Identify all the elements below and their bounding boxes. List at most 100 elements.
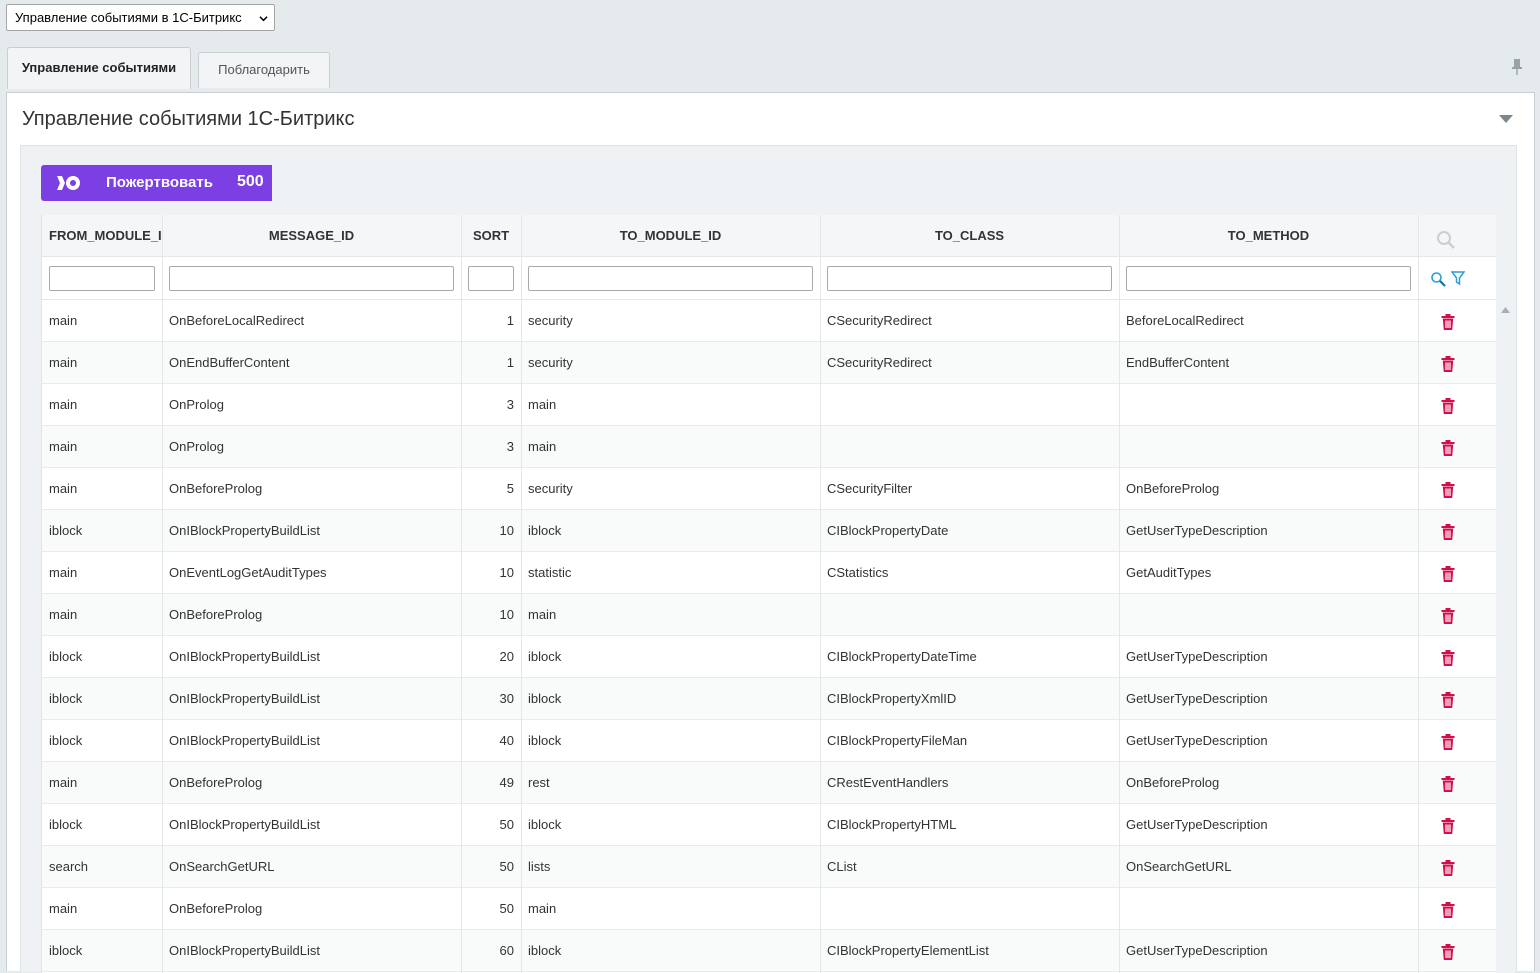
column-header-sort[interactable]: SORT xyxy=(461,215,521,257)
trash-icon[interactable] xyxy=(1441,692,1455,708)
cell-to-method: GetAuditTypes xyxy=(1126,565,1212,580)
trash-icon[interactable] xyxy=(1441,440,1455,456)
table-row[interactable]: iblock OnIBlockPropertyBuildList 60 iblock C… xyxy=(42,930,1497,972)
cell-to-method xyxy=(1126,888,1411,930)
cell-to-module-id: iblock xyxy=(528,691,562,706)
filter-input-to-method[interactable] xyxy=(1126,266,1411,291)
trash-icon[interactable] xyxy=(1441,524,1455,540)
column-header-to-method[interactable]: TO_METHOD xyxy=(1119,215,1418,257)
table-row[interactable]: iblock OnIBlockPropertyBuildList 10 iblock C… xyxy=(42,510,1497,552)
cell-to-method: OnBeforeProlog xyxy=(1126,481,1220,496)
vertical-scrollbar[interactable] xyxy=(1496,215,1514,973)
cell-message-id: OnBeforeProlog xyxy=(169,775,263,790)
cell-to-module-id: rest xyxy=(528,775,550,790)
table-row[interactable]: iblock OnIBlockPropertyBuildList 30 iblock C… xyxy=(42,678,1497,720)
cell-to-module-id: security xyxy=(528,355,573,370)
cell-sort: 40 xyxy=(499,733,514,748)
cell-to-module-id: iblock xyxy=(528,649,562,664)
table-row[interactable]: main OnBeforeProlog 50 main xyxy=(42,888,1497,930)
cell-from-module-id: iblock xyxy=(49,943,83,958)
module-select[interactable]: Управление событиями в 1С-Битрикс xyxy=(6,4,275,31)
table-row[interactable]: search OnSearchGetURL 50 lists CList OnSearch… xyxy=(42,846,1497,888)
pin-icon[interactable] xyxy=(1510,58,1524,76)
cell-message-id: OnBeforeProlog xyxy=(169,481,263,496)
table-row[interactable]: main OnBeforeProlog 49 rest CRestEventHandle… xyxy=(42,762,1497,804)
trash-icon[interactable] xyxy=(1441,734,1455,750)
filter-input-to-module-id[interactable] xyxy=(528,266,813,291)
table-row[interactable]: main OnBeforeProlog 10 main xyxy=(42,594,1497,636)
cell-message-id: OnIBlockPropertyBuildList xyxy=(169,523,321,538)
filter-input-from-module-id[interactable] xyxy=(49,266,155,291)
tab-thank[interactable]: Поблагодарить xyxy=(198,52,330,88)
search-icon xyxy=(1437,231,1455,249)
cell-to-class: CRestEventHandlers xyxy=(827,775,949,790)
table-row[interactable]: main OnBeforeProlog 5 security CSecurityFilt… xyxy=(42,468,1497,510)
column-header-to-module-id[interactable]: TO_MODULE_ID xyxy=(521,215,820,257)
trash-icon[interactable] xyxy=(1441,860,1455,876)
cell-from-module-id: iblock xyxy=(49,691,83,706)
cell-message-id: OnProlog xyxy=(169,439,224,454)
trash-icon[interactable] xyxy=(1441,650,1455,666)
trash-icon[interactable] xyxy=(1441,902,1455,918)
scroll-up-icon[interactable] xyxy=(1501,307,1510,313)
cell-message-id: OnIBlockPropertyBuildList xyxy=(169,691,321,706)
table-row[interactable]: main OnProlog 3 main xyxy=(42,384,1497,426)
trash-icon[interactable] xyxy=(1441,944,1455,960)
filter-input-message-id[interactable] xyxy=(169,266,454,291)
cell-sort: 3 xyxy=(506,439,514,454)
trash-icon[interactable] xyxy=(1441,356,1455,372)
cell-to-method: GetUserTypeDescription xyxy=(1126,943,1268,958)
cell-to-class: CIBlockPropertyDate xyxy=(827,523,949,538)
column-divider xyxy=(820,215,821,973)
tab-event-management[interactable]: Управление событиями xyxy=(7,47,191,89)
column-header-to-class[interactable]: TO_CLASS xyxy=(820,215,1119,257)
trash-icon[interactable] xyxy=(1441,608,1455,624)
yoomoney-icon xyxy=(57,176,80,190)
column-divider xyxy=(521,215,522,973)
module-select-value: Управление событиями в 1С-Битрикс xyxy=(15,10,242,25)
cell-sort: 10 xyxy=(499,523,514,538)
triangle-down-icon[interactable] xyxy=(1498,114,1514,124)
main-panel: Управление событиями 1С-Битрикс Пожертво… xyxy=(6,92,1535,973)
table-row[interactable]: iblock OnIBlockPropertyBuildList 20 iblock C… xyxy=(42,636,1497,678)
cell-to-class: CIBlockPropertyHTML xyxy=(827,817,957,832)
funnel-icon[interactable] xyxy=(1451,271,1465,286)
column-divider xyxy=(461,215,462,973)
cell-to-class xyxy=(827,426,1112,468)
column-header-message-id[interactable]: MESSAGE_ID xyxy=(162,215,461,257)
donate-button[interactable]: Пожертвовать 500 xyxy=(41,165,272,201)
trash-icon[interactable] xyxy=(1441,482,1455,498)
cell-to-method: GetUserTypeDescription xyxy=(1126,649,1268,664)
table-row[interactable]: main OnProlog 3 main xyxy=(42,426,1497,468)
table-row[interactable]: main OnEventLogGetAuditTypes 10 statistic CS… xyxy=(42,552,1497,594)
trash-icon[interactable] xyxy=(1441,314,1455,330)
table-row[interactable]: iblock OnIBlockPropertyBuildList 50 iblock C… xyxy=(42,804,1497,846)
cell-to-class: CIBlockPropertyXmlID xyxy=(827,691,957,706)
trash-icon[interactable] xyxy=(1441,566,1455,582)
cell-sort: 1 xyxy=(506,313,514,328)
filter-input-to-class[interactable] xyxy=(827,266,1112,291)
trash-icon[interactable] xyxy=(1441,818,1455,834)
cell-from-module-id: main xyxy=(49,901,78,916)
table-row[interactable]: iblock OnIBlockPropertyBuildList 40 iblock C… xyxy=(42,720,1497,762)
table-row[interactable]: main OnEndBufferContent 1 security CSecurity… xyxy=(42,342,1497,384)
cell-to-class xyxy=(827,384,1112,426)
cell-to-method: GetUserTypeDescription xyxy=(1126,691,1268,706)
content-area: Пожертвовать 500 main OnBeforeLocalRedire… xyxy=(20,145,1517,973)
cell-sort: 50 xyxy=(499,817,514,832)
trash-icon[interactable] xyxy=(1441,398,1455,414)
cell-sort: 60 xyxy=(499,943,514,958)
cell-to-module-id: main xyxy=(528,439,557,454)
cell-to-class: CIBlockPropertyDateTime xyxy=(827,649,977,664)
table-row[interactable]: main OnBeforeLocalRedirect 1 security CSecur… xyxy=(42,300,1497,342)
cell-from-module-id: search xyxy=(49,859,89,874)
trash-icon[interactable] xyxy=(1441,776,1455,792)
cell-from-module-id: main xyxy=(49,313,78,328)
cell-from-module-id: iblock xyxy=(49,817,83,832)
cell-to-class: CList xyxy=(827,859,857,874)
cell-to-module-id: iblock xyxy=(528,943,562,958)
column-header-from-module-id[interactable]: FROM_MODULE_ID xyxy=(42,215,162,257)
filter-input-sort[interactable] xyxy=(468,266,514,291)
cell-to-class: CStatistics xyxy=(827,565,889,580)
search-icon[interactable] xyxy=(1430,271,1446,287)
